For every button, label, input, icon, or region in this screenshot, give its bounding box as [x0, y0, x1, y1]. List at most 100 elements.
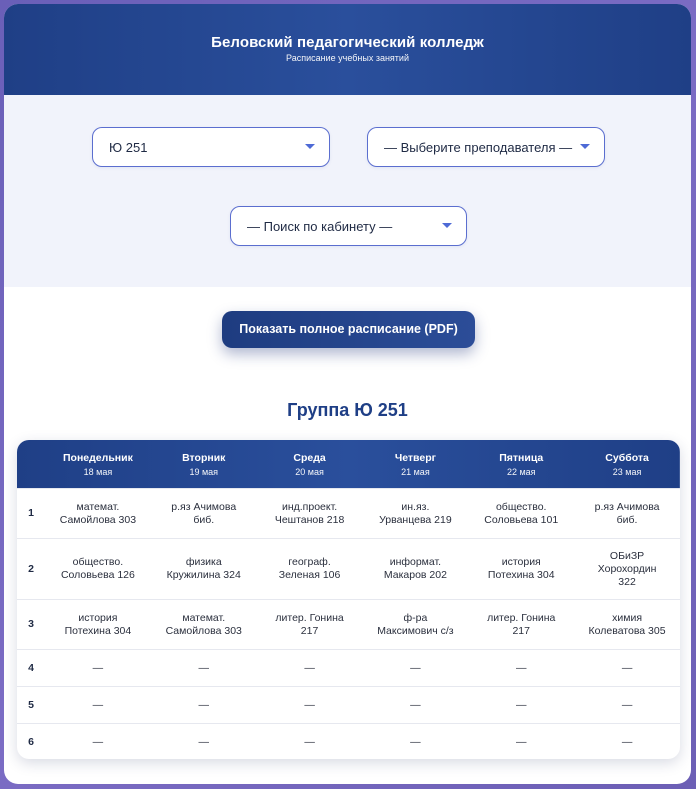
- lesson-teacher-room: Зеленая 106: [278, 569, 341, 581]
- lesson-cell: —: [362, 649, 469, 687]
- room-select-value: — Поиск по кабинету —: [247, 219, 393, 234]
- show-pdf-button[interactable]: Показать полное расписание (PDF): [222, 311, 475, 348]
- lesson-number: 6: [17, 723, 45, 759]
- lesson-teacher-room: Максимович с/з: [377, 624, 454, 637]
- lesson-teacher-room: Урванцева 219: [379, 513, 452, 526]
- header-day: Пятница 22 мая: [468, 440, 574, 489]
- header-day: Вторник 19 мая: [151, 440, 257, 489]
- lesson-cell: физика Кружилина 324: [150, 538, 257, 600]
- header-day: Суббота 23 мая: [574, 440, 680, 489]
- lesson-subject: математ.: [76, 500, 120, 513]
- lesson-subject: географ.: [288, 556, 331, 568]
- lesson-subject: общество.: [72, 556, 124, 568]
- group-heading: Группа Ю 251: [287, 400, 408, 420]
- chevron-down-icon: [442, 223, 452, 228]
- lesson-cell: —: [362, 723, 469, 759]
- lesson-subject: химия: [612, 611, 643, 624]
- lesson-number: 1: [17, 488, 45, 539]
- lesson-cell: р.яз Ачимова биб.: [150, 488, 257, 539]
- lesson-cell: химия Колеватова 305: [574, 599, 680, 650]
- lesson-cell: ин.яз. Урванцева 219: [362, 488, 469, 539]
- lesson-cell: —: [468, 723, 575, 759]
- lesson-number: 2: [17, 538, 45, 600]
- lesson-cell: —: [45, 649, 151, 687]
- day-name: Четверг: [394, 451, 436, 464]
- header-day: Среда 20 мая: [257, 440, 363, 489]
- lesson-subject: р.яз Ачимова: [171, 500, 237, 513]
- schedule-table: Понедельник 18 мая Вторник 19 мая Среда 20 …: [17, 440, 680, 759]
- chevron-down-icon: [305, 144, 315, 149]
- college-title: Беловский педагогический колледж: [211, 34, 484, 51]
- table-row: 5 — — — — — —: [17, 686, 680, 724]
- table-row: 6 — — — — — —: [17, 723, 680, 759]
- schedule-table-container: Понедельник 18 мая Вторник 19 мая Среда 20 …: [17, 440, 680, 759]
- header-day: Четверг 21 мая: [362, 440, 468, 489]
- lesson-subject: история: [501, 556, 541, 568]
- lesson-number: 4: [17, 649, 45, 687]
- lesson-cell: общество. Соловьева 101: [468, 488, 575, 539]
- lesson-cell: —: [468, 649, 575, 687]
- room-select[interactable]: — Поиск по кабинету —: [230, 206, 467, 246]
- lesson-subject: история: [78, 611, 118, 624]
- day-date: 23 мая: [612, 466, 642, 477]
- chevron-down-icon: [580, 144, 590, 149]
- day-name: Суббота: [605, 451, 649, 464]
- lesson-cell: —: [468, 686, 575, 724]
- header: Беловский педагогический колледж Расписа…: [4, 4, 691, 95]
- lesson-subject: математ.: [182, 611, 226, 624]
- lesson-cell: инд.проект. Чештанов 218: [256, 488, 363, 539]
- teacher-select[interactable]: — Выберите преподавателя —: [367, 127, 605, 167]
- lesson-cell: —: [256, 686, 363, 724]
- table-row: 2 общество. Соловьева 126 физика Кружилина…: [17, 538, 680, 600]
- lesson-teacher-room: Соловьева 126: [60, 569, 135, 581]
- lesson-number: 5: [17, 686, 45, 724]
- lesson-cell: —: [45, 723, 151, 759]
- lesson-teacher-room: Соловьева 101: [484, 513, 559, 526]
- lesson-cell: —: [150, 723, 257, 759]
- lesson-cell: —: [150, 649, 257, 687]
- app-window: Беловский педагогический колледж Расписа…: [4, 4, 691, 784]
- lesson-cell: р.яз Ачимова биб.: [574, 488, 680, 539]
- lesson-cell: —: [574, 649, 680, 687]
- lesson-cell: ф-ра Максимович с/з: [362, 599, 469, 650]
- lesson-teacher-room: Чештанов 218: [274, 513, 345, 526]
- lesson-cell: история Потехина 304: [45, 599, 151, 650]
- day-date: 22 мая: [506, 466, 536, 477]
- lesson-subject: общество.: [495, 500, 547, 513]
- lesson-subject: р.яз Ачимова: [594, 500, 660, 513]
- day-name: Среда: [293, 451, 326, 464]
- lesson-subject: литер. Гонина: [275, 611, 344, 624]
- lesson-cell: математ. Самойлова 303: [150, 599, 257, 650]
- lesson-subject: ин.яз.: [401, 500, 430, 513]
- day-name: Пятница: [499, 451, 544, 464]
- teacher-select-value: — Выберите преподавателя —: [384, 140, 573, 155]
- lesson-cell: —: [256, 649, 363, 687]
- lesson-subject: ф-ра: [403, 611, 428, 624]
- lesson-teacher-room: Колеватова 305: [588, 624, 666, 637]
- lesson-teacher-room: биб.: [616, 513, 638, 526]
- lesson-teacher-room: Хорохордин: [597, 562, 657, 575]
- filter-panel: Ю 251 — Выберите преподавателя — — Поиск…: [4, 95, 691, 287]
- lesson-cell: математ. Самойлова 303: [45, 488, 151, 539]
- lesson-teacher-room: Кружилина 324: [166, 569, 241, 581]
- lesson-teacher-room: биб.: [193, 513, 215, 526]
- lesson-teacher-room: 217: [300, 624, 319, 637]
- lesson-subject: физика: [185, 556, 222, 568]
- header-day: Понедельник 18 мая: [45, 440, 151, 489]
- lesson-subject: литер. Гонина: [487, 611, 556, 624]
- lesson-subject: инд.проект.: [281, 500, 338, 513]
- lesson-cell: —: [574, 686, 680, 724]
- group-select[interactable]: Ю 251: [92, 127, 330, 167]
- lesson-cell: —: [256, 723, 363, 759]
- table-row: 3 история Потехина 304 математ. Самойлова …: [17, 599, 680, 650]
- lesson-cell: —: [45, 686, 151, 724]
- lesson-cell: история Потехина 304: [468, 538, 575, 600]
- lesson-teacher-room: Потехина 304: [64, 624, 132, 637]
- lesson-room: 322: [618, 575, 636, 588]
- lesson-cell: —: [150, 686, 257, 724]
- table-header-row: Понедельник 18 мая Вторник 19 мая Среда 20 …: [17, 440, 680, 489]
- day-date: 18 мая: [83, 466, 113, 477]
- lesson-teacher-room: Макаров 202: [383, 569, 447, 581]
- lesson-cell: литер. Гонина 217: [468, 599, 575, 650]
- day-date: 21 мая: [401, 466, 430, 477]
